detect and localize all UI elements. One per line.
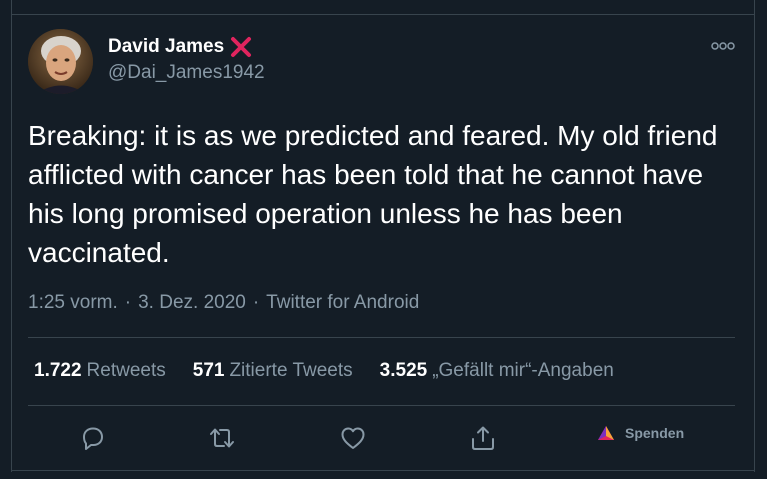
- meta-separator: ·: [252, 292, 260, 313]
- tweet-source[interactable]: Twitter for Android: [266, 292, 419, 314]
- avatar-photo: [28, 29, 93, 94]
- donate-label: Spenden: [625, 425, 685, 441]
- author-display-name[interactable]: David James: [108, 36, 224, 58]
- tweet-time[interactable]: 1:25 vorm.: [28, 292, 118, 314]
- likes-count: 3.525: [379, 360, 428, 381]
- previous-tweet-edge: [11, 0, 755, 14]
- share-icon[interactable]: [469, 424, 497, 452]
- retweet-icon[interactable]: [208, 424, 236, 452]
- author-name-row[interactable]: David James: [108, 35, 252, 59]
- retweets-label: Retweets: [86, 360, 166, 381]
- tweet-date[interactable]: 3. Dez. 2020: [138, 292, 246, 314]
- divider: [28, 405, 735, 406]
- donate-button[interactable]: Spenden: [597, 425, 684, 441]
- avatar[interactable]: [28, 29, 93, 94]
- quote-tweets-count: 571: [192, 360, 225, 381]
- quote-tweets-label: Zitierte Tweets: [229, 360, 353, 381]
- more-options-icon[interactable]: [711, 40, 735, 52]
- tweet-card-bottom-border: [11, 470, 755, 471]
- meta-separator: ·: [124, 292, 132, 313]
- quote-tweets-stat[interactable]: 571 Zitierte Tweets: [193, 360, 353, 382]
- reply-icon[interactable]: [79, 424, 107, 452]
- author-handle[interactable]: @Dai_James1942: [108, 62, 265, 84]
- retweets-stat[interactable]: 1.722 Retweets: [34, 360, 166, 382]
- tweet-stats: 1.722 Retweets 571 Zitierte Tweets 3.525 „G…: [34, 360, 641, 382]
- likes-stat[interactable]: 3.525 „Gefällt mir“-Angaben: [380, 360, 614, 382]
- like-heart-icon[interactable]: [339, 424, 367, 452]
- donate-triangle-icon: [598, 426, 614, 440]
- likes-label: „Gefällt mir“-Angaben: [432, 360, 614, 381]
- cross-mark-icon: [231, 37, 252, 57]
- tweet-meta: 1:25 vorm. · 3. Dez. 2020 · Twitter for …: [28, 292, 419, 314]
- retweets-count: 1.722: [34, 360, 82, 381]
- divider: [28, 337, 735, 338]
- tweet-text: Breaking: it is as we predicted and fear…: [28, 120, 718, 268]
